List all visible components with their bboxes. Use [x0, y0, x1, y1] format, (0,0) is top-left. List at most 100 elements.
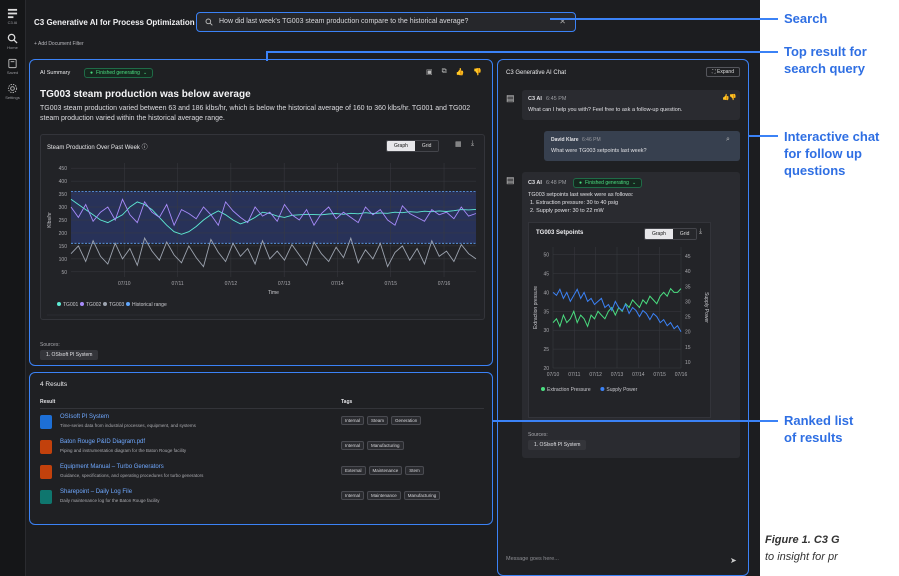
y-tick-label: 250: [59, 218, 68, 224]
x-tick-label: 07/15: [384, 281, 397, 287]
source-chip[interactable]: 1. OSIsoft PI System: [528, 440, 587, 450]
bot-avatar-icon: ▤: [506, 175, 515, 185]
result-row[interactable]: Baton Rouge P&ID Diagram.pdf Piping and i…: [40, 438, 484, 464]
annotation-line-ranked: [493, 420, 778, 422]
result-title-link[interactable]: Sharepoint – Daily Log File: [60, 489, 132, 495]
search-query[interactable]: How did last week's TG003 steam producti…: [219, 18, 468, 25]
x-tick-label: 07/10: [118, 281, 131, 287]
tag-badge[interactable]: Internal: [341, 416, 365, 425]
x-tick-label: 07/13: [611, 372, 624, 378]
figure-caption: Figure 1. C3 G to insight for pr: [765, 532, 840, 566]
tag-badge[interactable]: Internal: [341, 441, 365, 450]
legend-marker: [103, 302, 107, 306]
y-tick-label: 100: [59, 257, 68, 263]
tag-badge[interactable]: Generation: [391, 416, 422, 425]
setpoints-chart-card: TG003 Setpoints Graph Grid ⤓ 20 25 30 35 40 4…: [528, 222, 711, 418]
legend-marker: [600, 387, 605, 391]
tag-badge[interactable]: Internal: [341, 491, 365, 500]
y-tick-label: 50: [543, 253, 549, 259]
tag-badge[interactable]: Maintenance: [367, 491, 401, 500]
steam-chart-card: Steam Production Over Past Week ⓘ Graph …: [40, 134, 485, 320]
user-message-bubble: [544, 131, 740, 161]
annotation-search: Search: [784, 11, 828, 26]
divider: [40, 408, 484, 409]
expand-label: Expand: [717, 69, 734, 75]
message-text: 2. Supply power: 30 to 22 mW: [530, 208, 604, 214]
check-circle-icon: ●: [90, 70, 94, 76]
x-tick-label: 07/16: [675, 372, 688, 378]
save-icon[interactable]: ▣: [426, 68, 433, 76]
thumbs-down-icon[interactable]: 👎: [729, 94, 736, 101]
pdf-file-icon: [40, 440, 52, 454]
top-bar: C3 Generative AI for Process Optimizatio…: [26, 8, 760, 36]
x-tick-label: 07/12: [225, 281, 238, 287]
rail-item-home[interactable]: Home: [0, 33, 25, 50]
result-description: Daily maintenance log for the Baton Roug…: [60, 498, 160, 503]
app-title: C3 Generative AI for Process Optimizatio…: [34, 18, 195, 27]
legend-label: TG001: [63, 302, 79, 308]
result-description: Guidance, specifications, and operating …: [60, 473, 204, 478]
result-title-link[interactable]: Equipment Manual – Turbo Generators: [60, 464, 164, 470]
y2-tick-label: 35: [685, 284, 691, 290]
y-tick-label: 400: [59, 179, 68, 185]
annotation-top-result-1: Top result for: [784, 44, 867, 59]
rail-item-logo[interactable]: C3 AI: [0, 8, 25, 25]
message-text: 1. Extraction pressure: 30 to 40 psig: [530, 200, 619, 206]
pdf-file-icon: [40, 465, 52, 479]
rail-item-saved[interactable]: Saved: [0, 58, 25, 75]
message-author: C3 AI: [528, 96, 542, 102]
status-badge[interactable]: ● Finished generating ⌄: [573, 178, 643, 188]
y-tick-label: 25: [543, 347, 549, 353]
status-text: Finished generating: [96, 70, 140, 76]
logo-icon: [7, 8, 18, 19]
osisoft-logo-icon: [40, 415, 52, 429]
result-row[interactable]: Sharepoint – Daily Log File Daily mainten…: [40, 488, 484, 514]
message-input[interactable]: Message goes here...: [506, 556, 706, 568]
rail-label: Settings: [5, 95, 20, 100]
y2-tick-label: 30: [685, 299, 691, 305]
col-header-result: Result: [40, 399, 56, 405]
y-tick-label: 35: [543, 309, 549, 315]
legend-label: TG003: [109, 302, 125, 308]
send-icon[interactable]: ➤: [730, 556, 737, 565]
message-text: What can I help you with? Feel free to a…: [528, 107, 683, 113]
result-tags: Internal Steam Generation: [341, 416, 422, 425]
tag-badge[interactable]: Manufacturing: [367, 441, 404, 450]
col-header-tags: Tags: [341, 399, 353, 405]
result-row[interactable]: OSIsoft PI System Time-series data from i…: [40, 413, 484, 439]
add-document-filter-button[interactable]: + Add Document Filter: [34, 41, 84, 47]
result-title-link[interactable]: OSIsoft PI System: [60, 414, 109, 420]
result-title-link[interactable]: Baton Rouge P&ID Diagram.pdf: [60, 439, 145, 445]
tag-badge[interactable]: Steam: [367, 416, 389, 425]
search-icon[interactable]: ⌕: [726, 136, 730, 144]
result-row[interactable]: Equipment Manual – Turbo Generators Guida…: [40, 463, 484, 489]
search-icon: [7, 33, 18, 44]
thumbs-down-icon[interactable]: 👎: [473, 68, 482, 76]
legend-marker: [126, 302, 130, 306]
status-badge[interactable]: ● Finished generating ⌄: [84, 68, 154, 78]
result-tags: Internal Manufacturing: [341, 441, 404, 450]
legend-label: TG002: [86, 302, 102, 308]
tag-badge[interactable]: Maintenance: [368, 466, 403, 475]
message-text: What were TG003 setpoints last week?: [551, 148, 647, 154]
search-input[interactable]: How did last week's TG003 steam producti…: [196, 12, 576, 32]
legend-label: Extraction Pressure: [547, 387, 591, 393]
tag-badge[interactable]: Manufacturing: [403, 491, 441, 500]
y-tick-label: 300: [59, 205, 68, 211]
rail-item-settings[interactable]: Settings: [0, 83, 25, 100]
thumbs-up-icon[interactable]: 👍: [456, 68, 465, 76]
x-tick-label: 07/16: [438, 281, 451, 287]
message-time: 6:46 PM: [582, 137, 601, 143]
setpoints-chart: 20253035404550101520253035404507/10 07/11…: [533, 247, 709, 393]
source-chip[interactable]: 1. OSIsoft PI System: [40, 350, 99, 360]
annotation-chat-1: Interactive chat: [784, 129, 880, 144]
summary-headline: TG003 steam production was below average: [40, 89, 251, 100]
summary-body: TG003 steam production varied between 63…: [40, 105, 471, 122]
y-tick-label: 200: [59, 231, 68, 237]
tag-badge[interactable]: External: [341, 466, 366, 475]
result-description: Piping and instrumentation diagram for t…: [60, 448, 187, 453]
tag-badge[interactable]: Stem: [405, 466, 424, 475]
expand-button[interactable]: ⛶ Expand: [706, 67, 740, 77]
y2-tick-label: 25: [685, 315, 691, 321]
copy-icon[interactable]: ⧉: [442, 68, 447, 76]
